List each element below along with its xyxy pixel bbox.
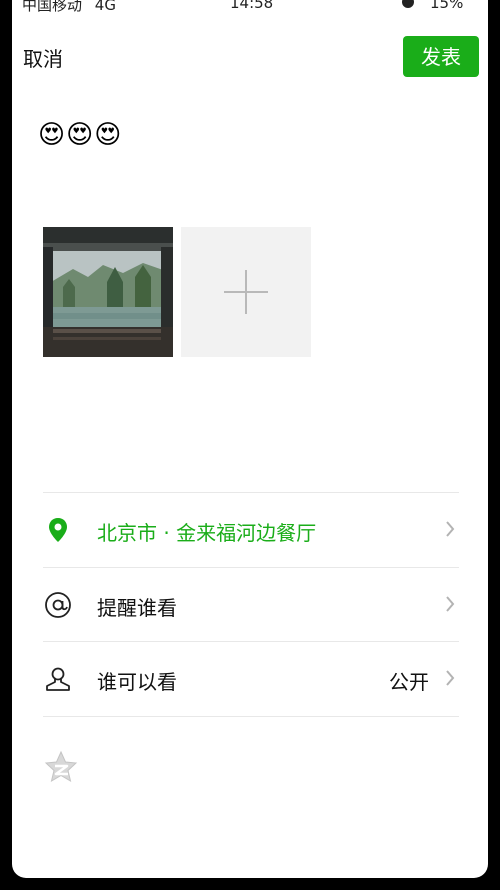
location-label: 北京市 · 金来福河边餐厅 xyxy=(97,521,317,545)
plus-icon-vertical xyxy=(245,270,247,314)
location-pin-icon xyxy=(49,518,67,542)
location-row[interactable]: 北京市 · 金来福河边餐厅 xyxy=(43,493,459,567)
status-bar: 中国移动 4G 14:58 15% xyxy=(12,0,488,14)
at-icon xyxy=(45,592,71,618)
mention-label: 提醒谁看 xyxy=(97,596,177,620)
orientation-lock-icon xyxy=(402,0,414,8)
chevron-right-icon xyxy=(446,521,455,537)
visibility-label: 谁可以看 xyxy=(97,670,177,694)
post-button[interactable]: 发表 xyxy=(403,36,479,77)
divider xyxy=(43,716,459,717)
post-text[interactable]: 😍😍😍 xyxy=(38,120,122,150)
battery-percentage: 15% xyxy=(430,0,464,12)
mention-row[interactable]: 提醒谁看 xyxy=(43,568,459,642)
cancel-button[interactable]: 取消 xyxy=(23,43,63,72)
carrier-name: 中国移动 xyxy=(22,0,83,14)
add-photo-button[interactable] xyxy=(181,227,311,357)
lakeside-pavilion-photo xyxy=(43,227,173,357)
network-type: 4G xyxy=(94,0,116,14)
user-icon xyxy=(46,667,70,691)
status-time: 14:58 xyxy=(230,0,274,12)
visibility-value: 公开 xyxy=(389,670,429,694)
attached-photo[interactable] xyxy=(43,227,173,357)
qzone-star-icon[interactable] xyxy=(43,749,79,785)
chevron-right-icon xyxy=(446,596,455,612)
phone-screen: 中国移动 4G 14:58 15% 取消 发表 😍😍😍 北京市 · 金来福河边餐… xyxy=(12,0,488,878)
carrier-label: 中国移动 4G xyxy=(22,0,116,15)
visibility-row[interactable]: 谁可以看 公开 xyxy=(43,642,459,716)
chevron-right-icon xyxy=(446,670,455,686)
